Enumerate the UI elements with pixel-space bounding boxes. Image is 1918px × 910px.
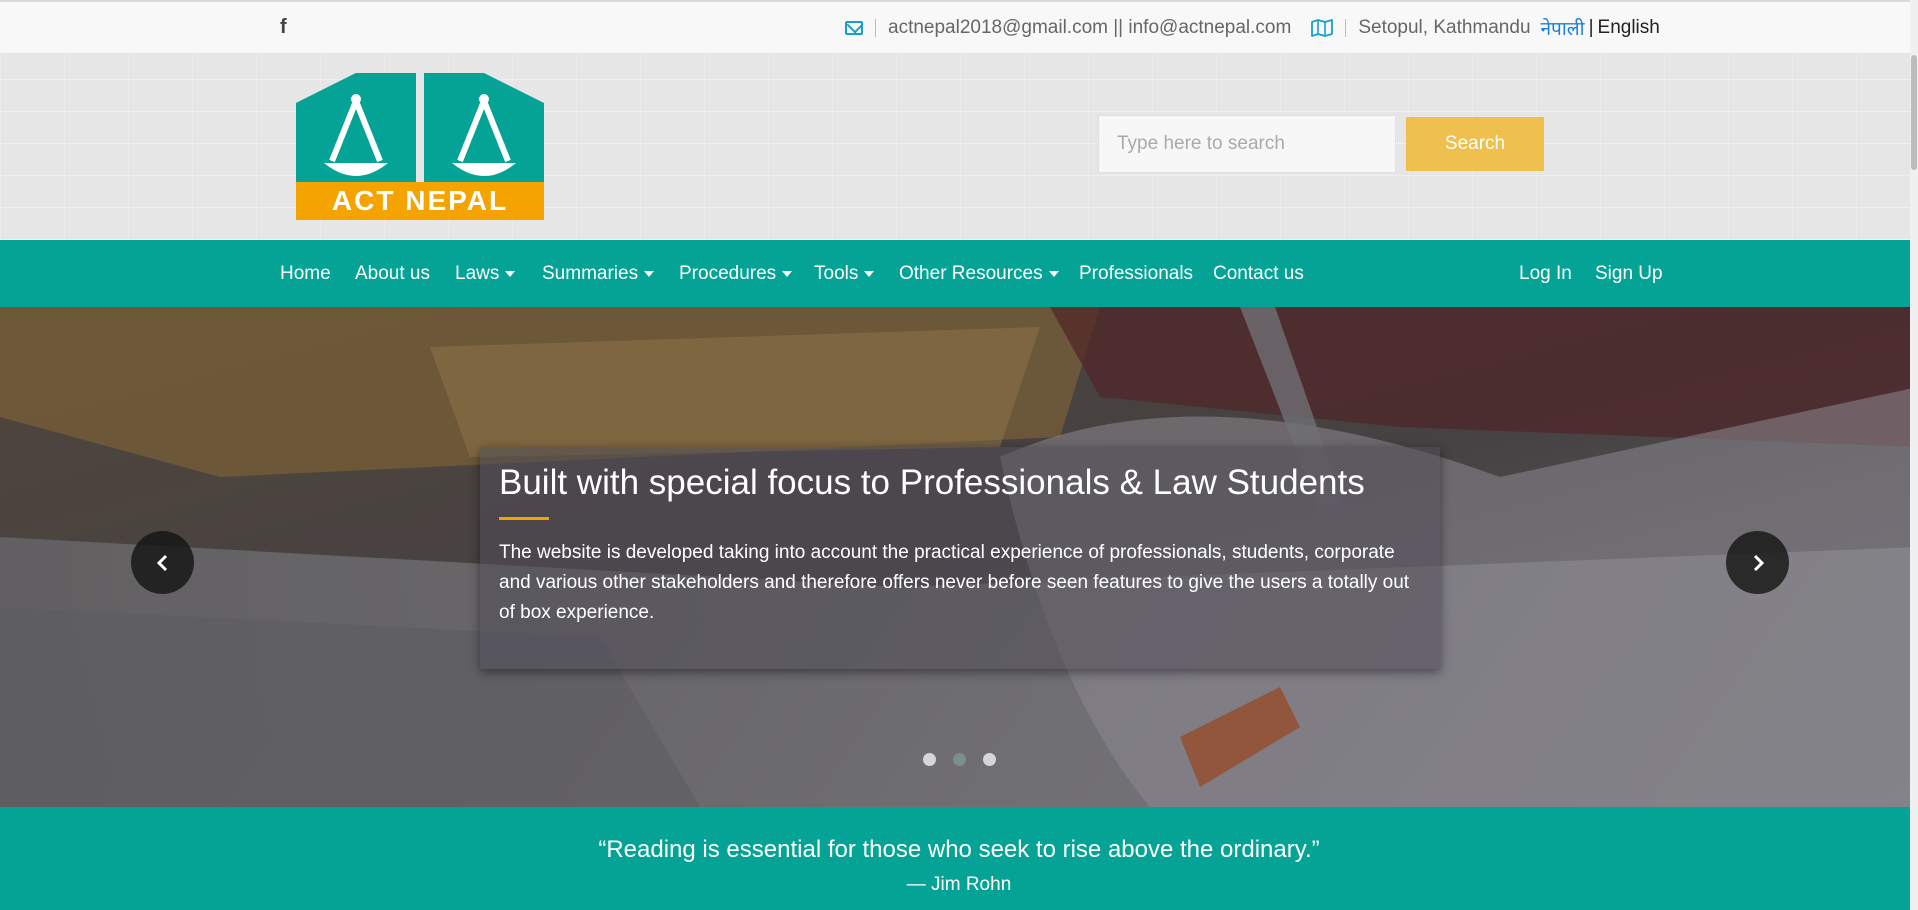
hero-text: The website is developed taking into acc… — [499, 542, 1410, 623]
address-text: Setopul, Kathmandu — [1358, 17, 1531, 38]
nav-about-us[interactable]: About us — [355, 262, 430, 286]
envelope-icon — [845, 21, 863, 35]
nav-sign-up[interactable]: Sign Up — [1595, 262, 1663, 286]
hero-caption: Built with special focus to Professional… — [480, 447, 1440, 669]
hero-title: Built with special focus to Professional… — [499, 463, 1365, 502]
contact-info: actnepal2018@gmail.com || info@actnepal.… — [845, 16, 1660, 40]
language-english-link[interactable]: English — [1598, 17, 1660, 39]
search-input[interactable] — [1098, 115, 1396, 173]
nav-procedures-dropdown[interactable]: Procedures — [679, 262, 793, 286]
search-button[interactable]: Search — [1406, 117, 1544, 171]
scrollbar-thumb[interactable] — [1911, 55, 1917, 170]
act-nepal-logo[interactable]: ACT NEPAL — [296, 73, 544, 220]
language-separator: | — [1588, 17, 1594, 38]
language-nepali-link[interactable]: नेपाली — [1541, 15, 1585, 41]
carousel-indicator-3[interactable] — [983, 753, 996, 766]
logo-text: ACT NEPAL — [296, 182, 544, 220]
nav-home[interactable]: Home — [280, 262, 331, 286]
divider — [875, 19, 876, 37]
caret-down-icon — [505, 270, 516, 277]
divider — [1345, 19, 1347, 37]
map-icon — [1311, 19, 1334, 37]
page-scrollbar[interactable] — [1910, 0, 1918, 910]
facebook-icon[interactable]: f — [280, 16, 298, 38]
quote-author: — Jim Rohn — [906, 874, 1012, 895]
caret-down-icon — [644, 270, 655, 277]
nav-professionals[interactable]: Professionals — [1079, 262, 1193, 286]
nav-tools-dropdown[interactable]: Tools — [814, 262, 875, 286]
quote-text: “Reading is essential for those who seek… — [598, 836, 1320, 863]
hero-carousel: Built with special focus to Professional… — [0, 307, 1918, 807]
carousel-indicator-2[interactable] — [953, 753, 966, 766]
main-nav: Home About us Laws Summaries Procedures … — [0, 240, 1918, 307]
chevron-right-icon — [1753, 554, 1764, 571]
email-text: actnepal2018@gmail.com || info@actnepal.… — [888, 17, 1292, 38]
carousel-next-button[interactable] — [1726, 531, 1789, 594]
caret-down-icon — [1048, 270, 1059, 277]
page: f actnepal2018@gmail.com || info@actnepa… — [0, 0, 1918, 910]
quote-section: “Reading is essential for those who seek… — [0, 807, 1918, 910]
top-bar: f actnepal2018@gmail.com || info@actnepa… — [0, 0, 1918, 55]
title-underline — [499, 517, 549, 520]
nav-contact-us[interactable]: Contact us — [1213, 262, 1304, 286]
chevron-left-icon — [156, 554, 167, 571]
carousel-indicator-1[interactable] — [923, 753, 936, 766]
caret-down-icon — [864, 270, 875, 277]
nav-laws-dropdown[interactable]: Laws — [455, 262, 516, 286]
nav-other-resources-dropdown[interactable]: Other Resources — [899, 262, 1059, 286]
nav-summaries-dropdown[interactable]: Summaries — [542, 262, 655, 286]
caret-down-icon — [782, 270, 793, 277]
nav-log-in[interactable]: Log In — [1519, 262, 1572, 286]
site-header: ACT NEPAL Search — [0, 53, 1918, 240]
carousel-prev-button[interactable] — [131, 531, 194, 594]
